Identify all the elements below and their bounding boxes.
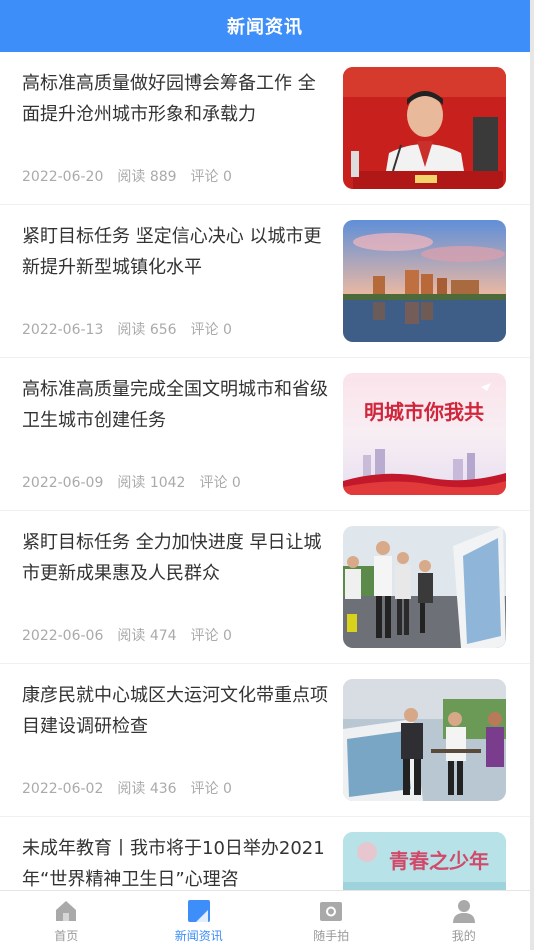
app-screen: 新闻资讯 高标准高质量做好园博会筹备工作 全面提升沧州城市形象和承载力 2022… — [0, 0, 530, 950]
tab-label: 新闻资讯 — [174, 929, 223, 943]
news-list[interactable]: 高标准高质量做好园博会筹备工作 全面提升沧州城市形象和承载力 2022-06-2… — [0, 52, 530, 890]
news-title: 紧盯目标任务 坚定信心决心 以城市更新提升新型城镇化水平 — [22, 226, 322, 278]
city-skyline-image — [343, 220, 506, 342]
tab-label: 我的 — [451, 929, 476, 943]
news-item[interactable]: 高标准高质量完成全国文明城市和省级卫生城市创建任务 2022-06-09 阅读 1… — [0, 358, 530, 511]
news-meta: 2022-06-09 阅读 1042 评论 0 — [22, 472, 255, 492]
news-item[interactable]: 紧盯目标任务 全力加快进度 早日让城市更新成果惠及人民群众 2022-06-06… — [0, 511, 530, 664]
canal-project-image — [343, 679, 506, 801]
top-header: 新闻资讯 — [0, 0, 530, 52]
news-thumbnail[interactable] — [343, 67, 506, 189]
tab-snapshot[interactable]: 随手拍 — [265, 891, 398, 950]
news-thumbnail[interactable] — [343, 220, 506, 342]
news-meta: 2022-06-02 阅读 436 评论 0 — [22, 778, 246, 798]
bottom-tab-bar: 首页 新闻资讯 随手拍 我的 — [0, 890, 530, 950]
news-title: 高标准高质量完成全国文明城市和省级卫生城市创建任务 — [22, 379, 328, 431]
tab-news[interactable]: 新闻资讯 — [133, 891, 266, 950]
youth-poster-image: 青春之少年 — [343, 832, 506, 890]
news-title: 未成年教育丨我市将于10日举办2021年“世界精神卫生日”心理咨 — [22, 838, 325, 890]
home-icon — [56, 901, 77, 921]
news-icon — [187, 900, 210, 922]
news-comments: 评论 0 — [190, 781, 232, 797]
news-thumbnail[interactable]: 明城市你我共 — [343, 373, 506, 495]
tab-profile[interactable]: 我的 — [398, 891, 531, 950]
news-comments: 评论 0 — [190, 628, 232, 644]
news-date: 2022-06-02 — [22, 781, 104, 797]
news-item[interactable]: 未成年教育丨我市将于10日举办2021年“世界精神卫生日”心理咨 青春之少年 — [0, 817, 530, 890]
news-reads: 阅读 1042 — [117, 475, 186, 491]
news-reads: 阅读 889 — [117, 169, 177, 185]
page-title: 新闻资讯 — [227, 17, 303, 38]
news-thumbnail[interactable]: 青春之少年 — [343, 832, 506, 890]
tab-home[interactable]: 首页 — [0, 891, 133, 950]
news-item[interactable]: 高标准高质量做好园博会筹备工作 全面提升沧州城市形象和承载力 2022-06-2… — [0, 52, 530, 205]
news-item[interactable]: 康彦民就中心城区大运河文化带重点项目建设调研检查 2022-06-02 阅读 43… — [0, 664, 530, 817]
banner-text: 明城市你我共 — [364, 400, 484, 424]
news-meta: 2022-06-20 阅读 889 评论 0 — [22, 166, 246, 186]
news-reads: 阅读 436 — [117, 781, 177, 797]
news-title: 康彦民就中心城区大运河文化带重点项目建设调研检查 — [22, 685, 328, 737]
news-comments: 评论 0 — [190, 169, 232, 185]
user-icon — [452, 900, 475, 923]
news-comments: 评论 0 — [199, 475, 241, 491]
news-thumbnail[interactable] — [343, 679, 506, 801]
camera-icon — [320, 902, 343, 921]
news-date: 2022-06-13 — [22, 322, 104, 338]
news-thumbnail[interactable] — [343, 526, 506, 648]
news-date: 2022-06-06 — [22, 628, 104, 644]
scrollbar-track[interactable] — [530, 0, 534, 950]
news-meta: 2022-06-06 阅读 474 评论 0 — [22, 625, 246, 645]
news-meta: 2022-06-13 阅读 656 评论 0 — [22, 319, 246, 339]
civilized-city-banner-image: 明城市你我共 — [343, 373, 506, 495]
tab-label: 随手拍 — [313, 929, 350, 943]
news-title: 高标准高质量做好园博会筹备工作 全面提升沧州城市形象和承载力 — [22, 73, 316, 125]
poster-text: 青春之少年 — [389, 849, 489, 873]
tab-label: 首页 — [54, 929, 79, 943]
site-inspection-image — [343, 526, 506, 648]
news-title: 紧盯目标任务 全力加快进度 早日让城市更新成果惠及人民群众 — [22, 532, 322, 584]
news-reads: 阅读 656 — [117, 322, 177, 338]
news-date: 2022-06-09 — [22, 475, 104, 491]
news-reads: 阅读 474 — [117, 628, 177, 644]
news-date: 2022-06-20 — [22, 169, 104, 185]
meeting-speaker-image — [343, 67, 506, 189]
news-item[interactable]: 紧盯目标任务 坚定信心决心 以城市更新提升新型城镇化水平 2022-06-13 阅… — [0, 205, 530, 358]
news-comments: 评论 0 — [190, 322, 232, 338]
